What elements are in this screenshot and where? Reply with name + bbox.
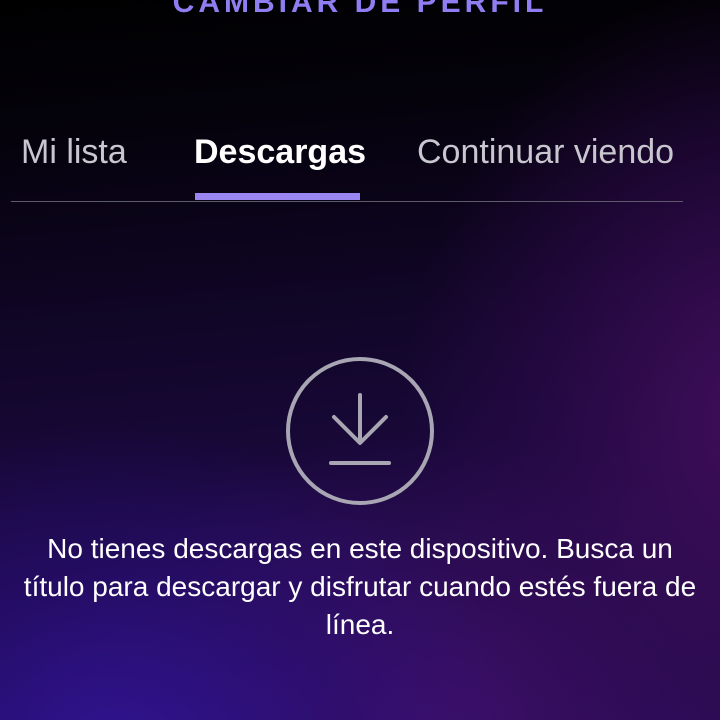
switch-profile-link[interactable]: CAMBIAR DE PERFIL bbox=[0, 0, 720, 20]
tab-my-list[interactable]: Mi lista bbox=[21, 132, 127, 172]
library-tabs: Mi lista Descargas Continuar viendo bbox=[11, 126, 683, 202]
download-icon bbox=[284, 355, 436, 507]
tab-downloads[interactable]: Descargas bbox=[194, 132, 366, 172]
active-tab-indicator bbox=[195, 193, 360, 200]
tab-continue-watching[interactable]: Continuar viendo bbox=[417, 132, 674, 172]
empty-downloads-message: No tienes descargas en este dispositivo.… bbox=[23, 533, 697, 640]
